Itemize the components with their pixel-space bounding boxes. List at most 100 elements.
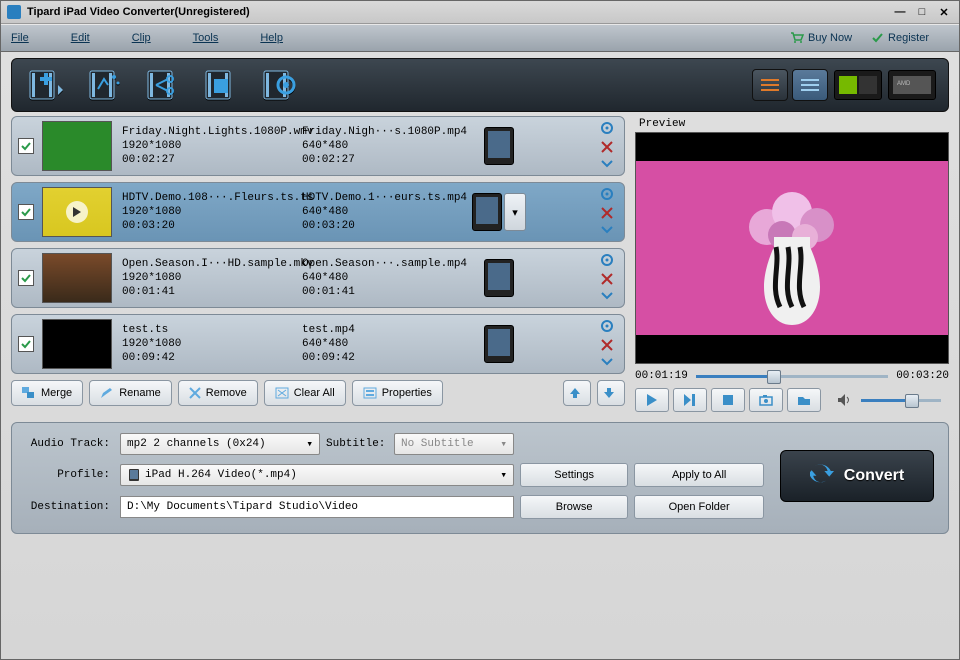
convert-button[interactable]: Convert — [780, 450, 934, 502]
file-row[interactable]: test.ts1920*108000:09:42test.mp4640*4800… — [11, 314, 625, 374]
device-cell[interactable] — [472, 127, 526, 165]
buy-now-label: Buy Now — [808, 32, 852, 44]
row-settings-icon[interactable] — [600, 121, 614, 138]
row-remove-icon[interactable] — [601, 141, 613, 156]
device-icon — [484, 259, 514, 297]
play-duration: 00:03:20 — [896, 370, 949, 382]
device-cell[interactable] — [472, 325, 526, 363]
audio-track-dropdown[interactable]: mp2 2 channels (0x24)▾ — [120, 433, 320, 455]
output-info: HDTV.Demo.1···eurs.ts.mp4640*48000:03:20 — [302, 191, 472, 233]
preview-label: Preview — [635, 116, 949, 132]
snapshot-folder-button[interactable] — [787, 388, 821, 412]
vase-icon — [764, 237, 820, 325]
seek-slider[interactable] — [696, 370, 888, 382]
device-icon — [484, 325, 514, 363]
destination-label: Destination: — [26, 501, 114, 513]
clear-icon — [275, 387, 289, 399]
device-cell[interactable]: ▾ — [472, 193, 526, 231]
move-down-button[interactable] — [597, 380, 625, 406]
volume-slider[interactable] — [861, 394, 941, 406]
row-remove-icon[interactable] — [601, 339, 613, 354]
destination-input[interactable]: D:\My Documents\Tipard Studio\Video — [120, 496, 514, 518]
menu-edit[interactable]: Edit — [71, 32, 90, 44]
pencil-icon — [100, 387, 114, 399]
maximize-button[interactable]: □ — [913, 5, 931, 19]
device-icon — [484, 127, 514, 165]
properties-button[interactable]: Properties — [352, 380, 443, 406]
row-settings-icon[interactable] — [600, 319, 614, 336]
trim-button[interactable] — [140, 64, 188, 106]
row-settings-icon[interactable] — [600, 253, 614, 270]
row-expand-icon[interactable] — [601, 225, 613, 237]
menu-tools[interactable]: Tools — [193, 32, 219, 44]
detail-view-button[interactable] — [792, 69, 828, 101]
row-thumbnail — [42, 253, 112, 303]
file-row[interactable]: HDTV.Demo.108···.Fleurs.ts.ts1920*108000… — [11, 182, 625, 242]
properties-icon — [363, 387, 377, 399]
close-button[interactable]: ✕ — [935, 5, 953, 19]
crop-button[interactable] — [198, 64, 246, 106]
x-icon — [189, 387, 201, 399]
row-checkbox[interactable] — [18, 336, 34, 352]
file-row[interactable]: Open.Season.I···HD.sample.mkv1920*108000… — [11, 248, 625, 308]
row-thumbnail — [42, 121, 112, 171]
row-remove-icon[interactable] — [601, 207, 613, 222]
cart-icon — [790, 32, 804, 44]
add-file-button[interactable] — [24, 64, 72, 106]
device-icon — [472, 193, 502, 231]
file-list-panel: Friday.Night.Lights.1080P.wmv1920*108000… — [11, 116, 625, 412]
browse-button[interactable]: Browse — [520, 495, 628, 519]
snapshot-button[interactable] — [749, 388, 783, 412]
app-window: Tipard iPad Video Converter(Unregistered… — [0, 0, 960, 660]
row-remove-icon[interactable] — [601, 273, 613, 288]
output-settings-panel: Audio Track: mp2 2 channels (0x24)▾ Subt… — [11, 422, 949, 534]
apply-to-all-button[interactable]: Apply to All — [634, 463, 764, 487]
play-button[interactable] — [635, 388, 669, 412]
buy-now-link[interactable]: Buy Now — [790, 32, 852, 44]
arrow-down-icon — [603, 387, 615, 399]
merge-button[interactable]: Merge — [11, 380, 83, 406]
remove-button[interactable]: Remove — [178, 380, 258, 406]
row-expand-icon[interactable] — [601, 357, 613, 369]
register-link[interactable]: Register — [872, 32, 929, 44]
output-info: Friday.Nigh···s.1080P.mp4640*48000:02:27 — [302, 125, 472, 167]
merge-label: Merge — [41, 387, 72, 399]
row-expand-icon[interactable] — [601, 291, 613, 303]
minimize-button[interactable]: — — [891, 5, 909, 19]
move-up-button[interactable] — [563, 380, 591, 406]
remove-label: Remove — [206, 387, 247, 399]
device-cell[interactable] — [472, 259, 526, 297]
profile-value: iPad H.264 Video(*.mp4) — [145, 469, 297, 481]
source-info: test.ts1920*108000:09:42 — [122, 323, 302, 365]
output-info: Open.Season···.sample.mp4640*48000:01:41 — [302, 257, 472, 299]
effects-button[interactable] — [82, 64, 130, 106]
row-settings-icon[interactable] — [600, 187, 614, 204]
menu-clip[interactable]: Clip — [132, 32, 151, 44]
rename-button[interactable]: Rename — [89, 380, 172, 406]
subtitle-dropdown[interactable]: No Subtitle▾ — [394, 433, 514, 455]
profile-settings-button[interactable]: Settings — [520, 463, 628, 487]
menu-help[interactable]: Help — [260, 32, 283, 44]
arrow-up-icon — [569, 387, 581, 399]
row-checkbox[interactable] — [18, 138, 34, 154]
menu-file[interactable]: File — [11, 32, 29, 44]
profile-dropdown[interactable]: iPad H.264 Video(*.mp4)▾ — [120, 464, 514, 486]
row-expand-icon[interactable] — [601, 159, 613, 171]
audio-track-value: mp2 2 channels (0x24) — [127, 438, 266, 450]
preview-video[interactable] — [635, 132, 949, 364]
list-view-button[interactable] — [752, 69, 788, 101]
amd-badge: AMD — [888, 70, 936, 100]
settings-button[interactable] — [256, 64, 304, 106]
step-button[interactable] — [673, 388, 707, 412]
file-row[interactable]: Friday.Night.Lights.1080P.wmv1920*108000… — [11, 116, 625, 176]
clear-all-button[interactable]: Clear All — [264, 380, 346, 406]
stop-button[interactable] — [711, 388, 745, 412]
row-checkbox[interactable] — [18, 270, 34, 286]
device-dropdown[interactable]: ▾ — [504, 193, 526, 231]
open-folder-button[interactable]: Open Folder — [634, 495, 764, 519]
title-bar: Tipard iPad Video Converter(Unregistered… — [1, 1, 959, 24]
source-info: Friday.Night.Lights.1080P.wmv1920*108000… — [122, 125, 302, 167]
destination-value: D:\My Documents\Tipard Studio\Video — [127, 501, 358, 513]
row-checkbox[interactable] — [18, 204, 34, 220]
window-title: Tipard iPad Video Converter(Unregistered… — [27, 6, 887, 18]
